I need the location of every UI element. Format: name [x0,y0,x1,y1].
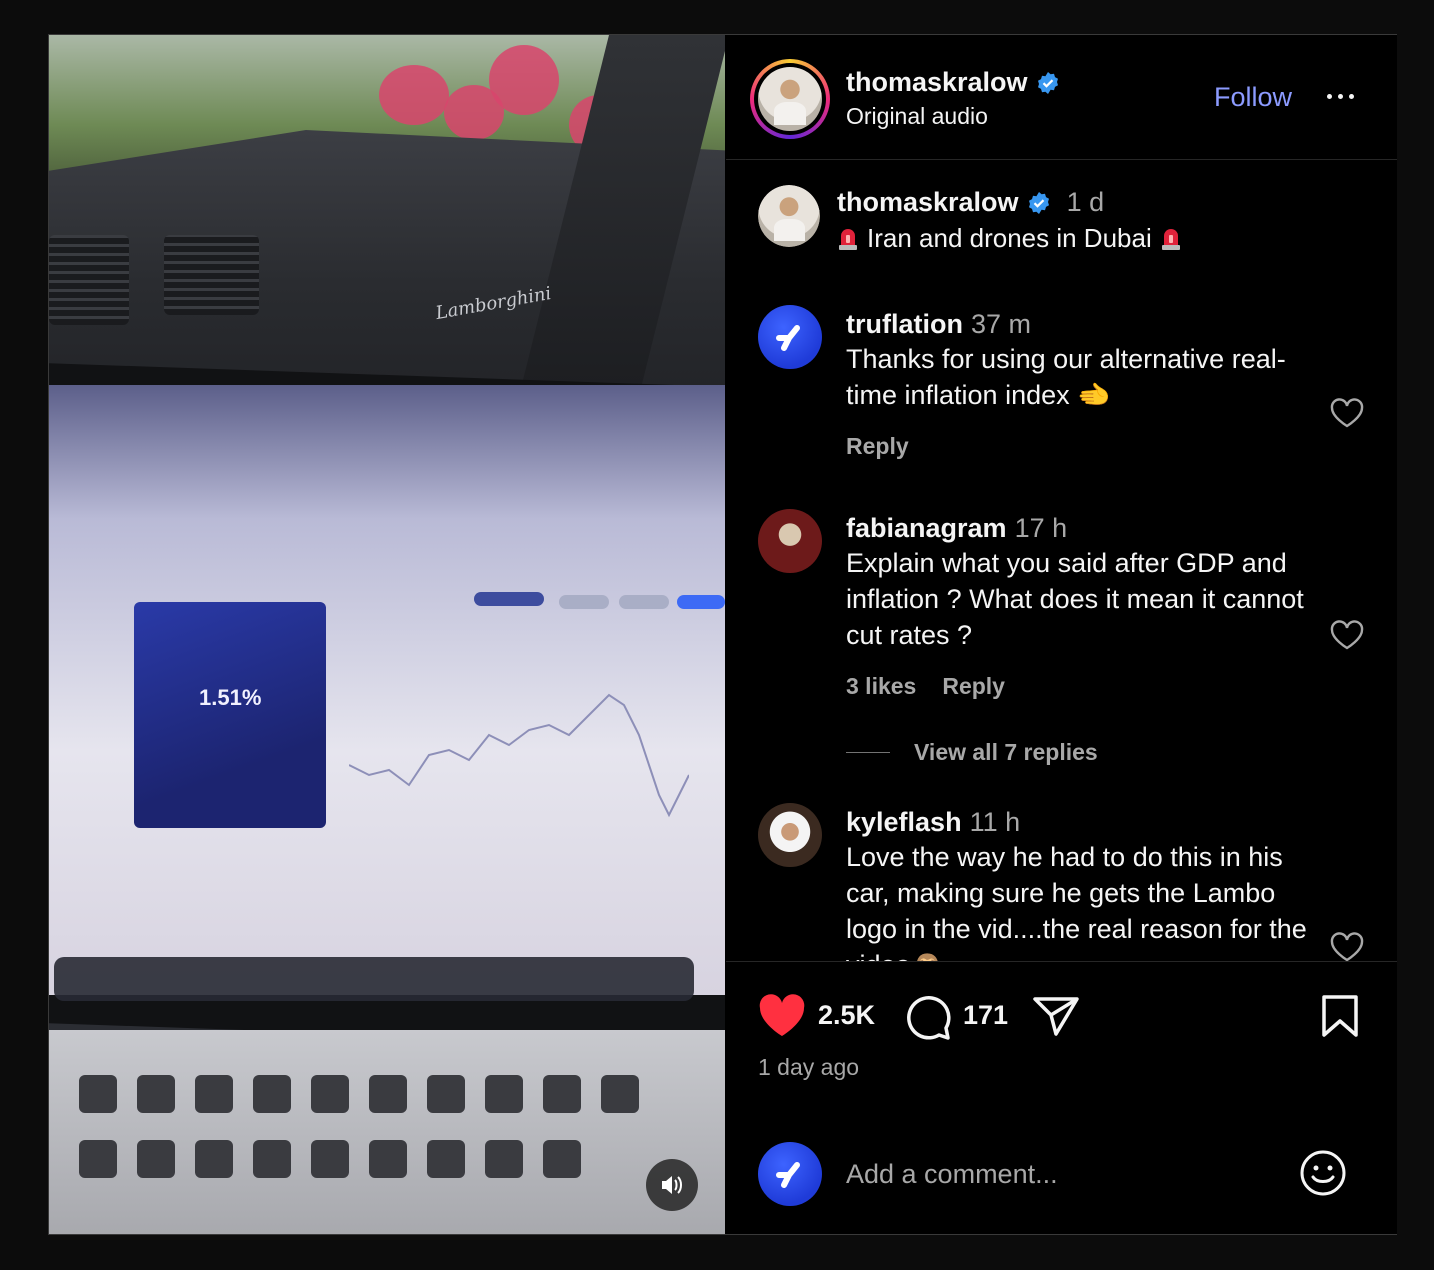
heart-filled-icon[interactable] [758,994,806,1038]
comment-username[interactable]: fabianagram [846,513,1007,543]
view-replies-label: View all 7 replies [914,739,1098,765]
more-horizontal-icon [1326,93,1332,99]
post-timestamp[interactable]: 1 day ago [758,1054,859,1081]
more-options-button[interactable] [1321,81,1359,111]
like-count[interactable]: 2.5K [818,1000,875,1031]
verified-badge-icon [1037,71,1058,94]
comment-count[interactable]: 171 [963,1000,1008,1031]
author-username-row[interactable]: thomaskralow [846,67,1060,98]
author-avatar[interactable] [750,59,830,139]
comment-header: truflation 37 m [846,309,1031,340]
comment-like-icon[interactable] [1330,620,1364,650]
comment-actions: 3 likes Reply [846,673,1005,700]
comment-time: 17 h [1014,513,1068,543]
comment-like-icon[interactable] [1330,932,1364,961]
sound-toggle-button[interactable] [646,1159,698,1211]
police-siren-icon [839,228,857,250]
add-comment-input[interactable] [846,1154,1286,1194]
comment-username[interactable]: kyleflash [846,807,962,837]
author-username[interactable]: thomaskralow [846,67,1028,98]
comment-header: kyleflash 11 h [846,807,1020,838]
share-icon[interactable] [1032,995,1080,1037]
follow-button[interactable]: Follow [1214,82,1292,113]
emoji-picker-icon[interactable] [1298,1148,1348,1198]
post-actions-bar: 2.5K 171 1 day ago [726,961,1397,1234]
reply-button[interactable]: Reply [942,673,1005,700]
air-vent [164,235,259,315]
view-replies-button[interactable]: View all 7 replies [846,739,1098,766]
comment-header: fabianagram 17 h [846,513,1067,544]
post-side-panel: thomaskralow Original audio Follow thoma… [726,35,1397,1234]
comment-icon[interactable] [906,995,952,1041]
caption-time: 1 d [1066,187,1105,217]
speaker-on-icon [662,1176,682,1194]
screen-stat-card [134,602,326,828]
caption-avatar[interactable] [758,185,820,247]
commenter-avatar[interactable] [758,509,822,573]
truflation-logo-icon [776,325,800,351]
comment-time: 11 h [969,807,1021,837]
current-user-avatar [758,1142,822,1206]
caption-username[interactable]: thomaskralow [837,187,1019,218]
truflation-logo-icon [776,1162,800,1188]
comments-list[interactable]: thomaskralow 1 d Iran and drones in Duba… [726,161,1397,961]
reel-video[interactable]: Lamborghini 1.51% [49,35,725,1234]
comment-username[interactable]: truflation [846,309,963,339]
air-vent [49,235,129,325]
comment-text: Love the way he had to do this in his ca… [846,842,1307,961]
screen-stat-value: 1.51% [199,685,262,710]
comment-actions: Reply [846,433,909,460]
add-comment-bar [726,1132,1397,1232]
audio-label[interactable]: Original audio [846,103,988,130]
laptop-keyboard [49,1030,725,1234]
police-siren-icon [1161,228,1180,250]
caption-header: thomaskralow 1 d [837,187,1104,218]
bookmark-icon[interactable] [1320,994,1360,1038]
comment-text: Thanks for using our alternative real-ti… [846,344,1286,410]
reply-button[interactable]: Reply [846,433,909,460]
verified-badge-icon [1028,191,1049,214]
post-modal: Lamborghini 1.51% thomaskralow Original … [48,34,1397,1235]
commenter-avatar[interactable] [758,305,822,369]
likes-count[interactable]: 3 likes [846,673,916,700]
comment-text: Explain what you said after GDP and infl… [846,548,1304,650]
screen-chart-line [349,693,689,818]
laptop-dock [54,957,694,1001]
comment-time: 37 m [970,309,1032,339]
caption-text-row: Iran and drones in Dubai [837,223,1182,254]
comment-like-icon[interactable] [1330,398,1364,428]
caption-text: Iran and drones in Dubai [867,223,1152,253]
commenter-avatar[interactable] [758,803,822,867]
post-header: thomaskralow Original audio Follow [726,35,1397,160]
